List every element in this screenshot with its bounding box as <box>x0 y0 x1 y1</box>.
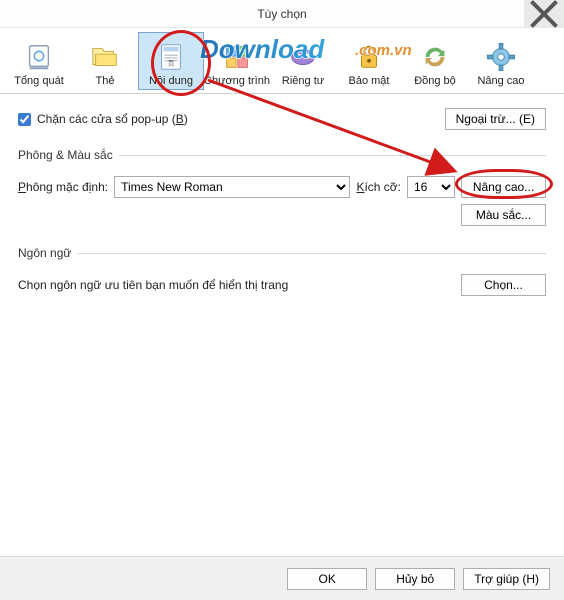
blocks-icon <box>221 41 253 73</box>
folder-icon <box>89 41 121 73</box>
colors-row: Màu sắc... <box>18 204 546 226</box>
screen-icon <box>23 41 55 73</box>
tab-programs-label: Chương trình <box>204 75 270 87</box>
fonts-section: Phông & Màu sắc Phông mặc định: Times Ne… <box>18 148 546 226</box>
mask-icon <box>287 41 319 73</box>
tab-sync[interactable]: Đồng bộ <box>402 32 468 90</box>
language-section: Ngôn ngữ Chọn ngôn ngữ ưu tiên bạn muốn … <box>18 246 546 296</box>
colors-button[interactable]: Màu sắc... <box>461 204 546 226</box>
gear-icon <box>485 41 517 73</box>
lock-icon <box>353 41 385 73</box>
tab-general[interactable]: Tổng quát <box>6 32 72 90</box>
font-row: Phông mặc định: Times New Roman Kích cỡ:… <box>18 176 546 198</box>
excluding-button[interactable]: Ngoại trừ... (E) <box>445 108 546 130</box>
tab-security-label: Bảo mật <box>349 75 390 87</box>
language-row: Chọn ngôn ngữ ưu tiên bạn muốn để hiển t… <box>18 274 546 296</box>
cancel-button[interactable]: Hủy bỏ <box>375 568 455 590</box>
tab-tabs[interactable]: Thẻ <box>72 32 138 90</box>
block-popup-label: Chặn các cửa sổ pop-up (B) <box>37 112 188 126</box>
popup-row: Chặn các cửa sổ pop-up (B) Ngoại trừ... … <box>18 108 546 130</box>
close-icon <box>529 0 559 29</box>
titlebar: Tùy chọn <box>0 0 564 28</box>
ok-button[interactable]: OK <box>287 568 367 590</box>
font-size-select[interactable]: 16 <box>407 176 455 198</box>
tab-general-label: Tổng quát <box>14 75 64 87</box>
tab-privacy[interactable]: Riêng tư <box>270 32 336 90</box>
help-button[interactable]: Trợ giúp (H) <box>463 568 550 590</box>
tab-advanced-label: Nâng cao <box>477 75 524 87</box>
block-popup-checkbox[interactable] <box>18 113 31 126</box>
window-title: Tùy chọn <box>257 7 306 21</box>
tab-security[interactable]: Bảo mật <box>336 32 402 90</box>
language-section-title: Ngôn ngữ <box>18 246 77 260</box>
svg-text:页: 页 <box>168 59 175 67</box>
close-button[interactable] <box>524 0 564 28</box>
dialog-footer: OK Hủy bỏ Trợ giúp (H) <box>0 556 564 600</box>
tab-content[interactable]: 页 Nội dung <box>138 32 204 90</box>
font-size-label: Kích cỡ: <box>356 180 401 194</box>
tab-sync-label: Đồng bộ <box>414 75 456 87</box>
default-font-label: Phông mặc định: <box>18 180 108 194</box>
language-choose-button[interactable]: Chọn... <box>461 274 546 296</box>
sync-icon <box>419 41 451 73</box>
page-icon: 页 <box>155 41 187 73</box>
language-text: Chọn ngôn ngữ ưu tiên bạn muốn để hiển t… <box>18 278 288 292</box>
tab-tabs-label: Thẻ <box>96 75 115 87</box>
toolbar: Tổng quát Thẻ 页 Nội dung Chương trình Ri… <box>0 28 564 94</box>
tab-programs[interactable]: Chương trình <box>204 32 270 90</box>
default-font-select[interactable]: Times New Roman <box>114 176 350 198</box>
tab-content-label: Nội dung <box>149 75 193 87</box>
block-popup-checkbox-row[interactable]: Chặn các cửa sổ pop-up (B) <box>18 112 188 126</box>
content-pane: Chặn các cửa sổ pop-up (B) Ngoại trừ... … <box>0 94 564 326</box>
fonts-section-title: Phông & Màu sắc <box>18 148 119 162</box>
tab-privacy-label: Riêng tư <box>282 75 324 87</box>
fonts-advanced-button[interactable]: Nâng cao... <box>461 176 546 198</box>
tab-advanced[interactable]: Nâng cao <box>468 32 534 90</box>
